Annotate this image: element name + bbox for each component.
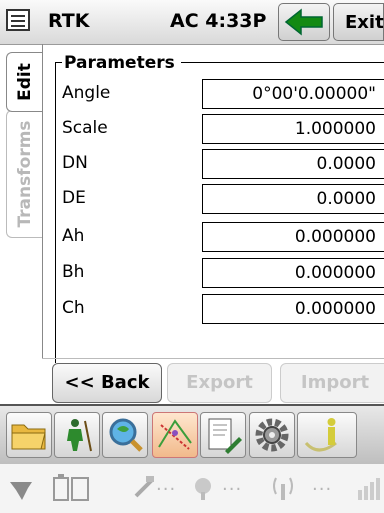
field-label: Ah (62, 226, 85, 246)
menu-icon[interactable] (2, 9, 36, 35)
row-angle: Angle 0°00'0.00000" (62, 79, 384, 109)
row-bh: Bh 0.000000 (62, 258, 384, 288)
export-button[interactable]: Export (167, 363, 272, 403)
tab-edit-label: Edit (14, 63, 35, 101)
settings-button[interactable] (249, 412, 295, 458)
bh-field[interactable]: 0.000000 (202, 258, 384, 288)
dn-field[interactable]: 0.0000 (202, 149, 384, 179)
dish-status-dots: ... (222, 474, 243, 495)
exit-button[interactable]: Exit (333, 3, 384, 41)
gps-antenna-icon (10, 482, 32, 500)
status-time: AC 4:33P (170, 10, 267, 32)
tab-edit[interactable]: Edit (6, 52, 42, 112)
field-label: DE (62, 188, 86, 208)
app-title: RTK (48, 10, 90, 32)
app-toolbar (0, 404, 384, 466)
group-title: Parameters (62, 53, 181, 73)
back-button[interactable]: << Back (52, 363, 162, 403)
field-label: Scale (62, 118, 108, 138)
search-button[interactable] (102, 412, 148, 458)
row-ch: Ch 0.000000 (62, 294, 384, 324)
row-ah: Ah 0.000000 (62, 222, 384, 252)
import-button[interactable]: Import (280, 363, 384, 403)
radio-icon (273, 477, 293, 500)
tab-transforms[interactable]: Transforms (6, 110, 42, 238)
satellite-icon (134, 476, 154, 498)
info-icon (304, 418, 337, 452)
button-bar: << Back Export Import (42, 358, 384, 405)
back-arrow-icon (284, 8, 323, 36)
battery-icon (53, 474, 89, 501)
survey-button[interactable] (54, 412, 100, 458)
field-label: Ch (62, 298, 85, 318)
document-pen-icon (208, 418, 242, 454)
field-label: DN (62, 153, 88, 173)
magnifier-globe-icon (109, 418, 143, 452)
title-bar: RTK AC 4:33P Exit (0, 0, 384, 45)
row-de: DE 0.0000 (62, 184, 384, 214)
signal-bars-icon (358, 478, 380, 500)
satellite-status-dots: ... (156, 474, 177, 495)
radio-status-dots: ... (312, 474, 333, 495)
ch-field[interactable]: 0.000000 (202, 294, 384, 324)
angle-field[interactable]: 0°00'0.00000" (202, 79, 384, 109)
de-field[interactable]: 0.0000 (202, 184, 384, 214)
field-label: Angle (62, 83, 111, 103)
folder-icon (11, 424, 46, 450)
cogo-map-icon (158, 419, 192, 450)
row-dn: DN 0.0000 (62, 149, 384, 179)
field-label: Bh (62, 262, 85, 282)
cogo-button[interactable] (152, 412, 198, 458)
row-scale: Scale 1.000000 (62, 114, 384, 144)
ah-field[interactable]: 0.000000 (202, 222, 384, 252)
surveyor-icon (67, 419, 92, 452)
status-strip: ... ... ... (0, 464, 384, 513)
folder-button[interactable] (6, 412, 52, 458)
tab-transforms-label: Transforms (14, 120, 35, 228)
back-arrow-button[interactable] (278, 3, 330, 41)
scale-field[interactable]: 1.000000 (202, 114, 384, 144)
notes-button[interactable] (200, 412, 246, 458)
gear-icon (255, 418, 289, 452)
satellite-dish-icon (195, 478, 211, 500)
info-button[interactable] (297, 412, 357, 458)
